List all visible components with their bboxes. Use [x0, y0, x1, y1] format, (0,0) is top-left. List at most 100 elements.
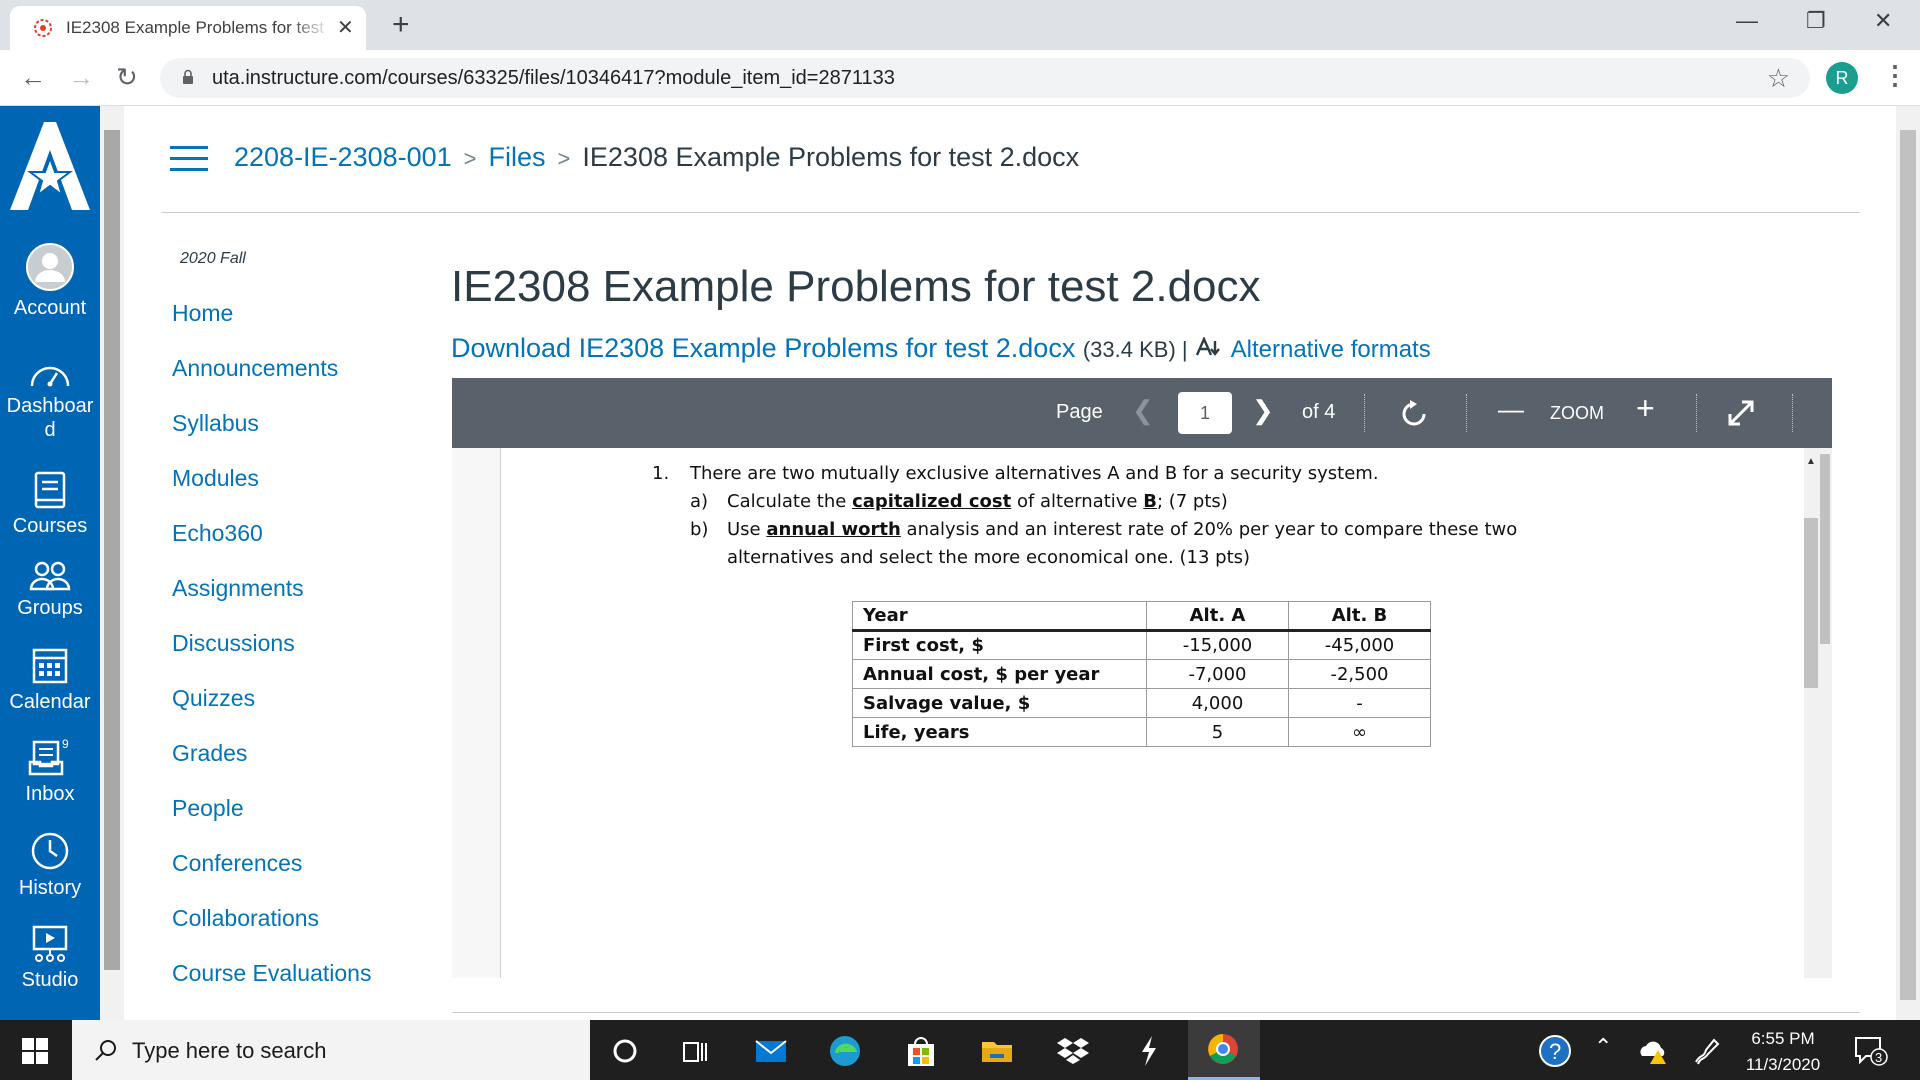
windows-start-icon[interactable]	[22, 1038, 48, 1064]
rotate-icon[interactable]	[1400, 400, 1428, 428]
new-tab-button[interactable]: +	[392, 10, 410, 40]
page-title: IE2308 Example Problems for test 2.docx	[451, 262, 1261, 311]
global-nav-label: Account	[13, 297, 87, 319]
notification-icon[interactable]: 3	[1854, 1036, 1888, 1066]
close-tab-icon[interactable]: ✕	[337, 17, 354, 39]
tab-title: IE2308 Example Problems for test 2.docx	[66, 18, 330, 37]
minimize-icon[interactable]: —	[1736, 8, 1758, 34]
onedrive-warning-icon[interactable]	[1636, 1034, 1670, 1068]
account-icon	[26, 243, 74, 291]
global-nav-label: Inbox	[25, 783, 75, 805]
alternative-formats-label: Alternative formats	[1230, 336, 1431, 363]
file-size: (33.4 KB) |	[1082, 337, 1188, 362]
global-nav-inbox[interactable]: 9 Inbox	[0, 736, 100, 806]
table-cell: ∞	[1288, 717, 1431, 747]
course-nav-discussions[interactable]: Discussions	[172, 630, 295, 657]
viewer-scrollbar[interactable]	[1818, 448, 1832, 978]
part-b-text: Use annual worth analysis and an interes…	[727, 519, 1518, 540]
global-nav-studio[interactable]: Studio	[0, 922, 100, 992]
chrome-icon	[1208, 1034, 1238, 1064]
alternative-formats-link[interactable]: Alternative formats	[1195, 333, 1431, 363]
close-window-icon[interactable]: ✕	[1874, 8, 1892, 34]
course-nav-syllabus[interactable]: Syllabus	[172, 410, 259, 437]
vpn-icon[interactable]	[1132, 1034, 1166, 1068]
table-row: Salvage value, $4,000-	[852, 688, 1431, 718]
course-nav-modules[interactable]: Modules	[172, 465, 259, 492]
page-scrollbar[interactable]	[1896, 106, 1920, 1020]
course-nav-people[interactable]: People	[172, 795, 244, 822]
inbox-icon: 9	[28, 737, 69, 776]
course-nav-collaborations[interactable]: Collaborations	[172, 905, 319, 932]
show-hidden-icons-icon[interactable]: ⌃	[1594, 1034, 1612, 1060]
pen-icon[interactable]	[1690, 1034, 1724, 1068]
notification-count: 3	[1875, 1050, 1882, 1065]
course-nav-home[interactable]: Home	[172, 300, 233, 327]
global-nav-label: Dashboard	[6, 395, 94, 441]
global-nav-account[interactable]: Account	[0, 242, 100, 320]
course-nav-conferences[interactable]: Conferences	[172, 850, 302, 877]
back-icon[interactable]: ←	[20, 62, 46, 92]
global-nav-dashboard[interactable]: Dashboard	[0, 360, 100, 442]
restore-icon[interactable]: ❐	[1806, 8, 1826, 34]
dashboard-icon	[30, 366, 70, 387]
next-page-icon[interactable]: ❯	[1252, 395, 1274, 426]
table-cell: Year	[852, 601, 1147, 632]
taskbar-active-chrome[interactable]	[1188, 1020, 1260, 1080]
global-nav-courses[interactable]: Courses	[0, 470, 100, 538]
file-explorer-icon[interactable]	[980, 1034, 1014, 1068]
course-nav-quizzes[interactable]: Quizzes	[172, 685, 255, 712]
reload-icon[interactable]: ↻	[116, 62, 138, 92]
store-icon[interactable]	[904, 1034, 938, 1068]
help-icon[interactable]: ?	[1538, 1034, 1572, 1068]
clock-date: 11/3/2020	[1745, 1055, 1821, 1074]
data-table: Year Alt. A Alt. B First cost, $ -15,000 -45…	[852, 601, 1431, 747]
global-nav-groups[interactable]: Groups	[0, 560, 100, 620]
forward-icon[interactable]: →	[68, 62, 94, 92]
table-row: Annual cost, $ per year -7,000 -2,500	[852, 659, 1431, 689]
part-b-label: b)	[690, 519, 709, 540]
table-row: Year Alt. A Alt. B	[852, 601, 1431, 632]
table-cell: Alt. B	[1288, 601, 1431, 632]
zoom-in-icon[interactable]: +	[1636, 390, 1655, 427]
mail-icon[interactable]	[754, 1034, 788, 1068]
browser-menu-icon[interactable]: ⋮	[1882, 60, 1908, 91]
system-clock[interactable]: 6:55 PM 11/3/2020	[1738, 1026, 1828, 1078]
browser-tab[interactable]: IE2308 Example Problems for test 2.docx …	[10, 6, 366, 50]
course-nav-assignments[interactable]: Assignments	[172, 575, 304, 602]
global-nav-history[interactable]: History	[0, 830, 100, 900]
prev-page-icon[interactable]: ❮	[1132, 395, 1154, 426]
table-cell: Life, years	[852, 717, 1147, 747]
clock-time: 6:55 PM	[1751, 1029, 1815, 1048]
taskbar-search-box[interactable]: Type here to search	[72, 1020, 590, 1080]
zoom-out-icon[interactable]: —	[1498, 394, 1524, 425]
table-row: Life, years 5 ∞	[852, 717, 1431, 747]
groups-icon	[29, 561, 71, 591]
fullscreen-icon[interactable]	[1726, 398, 1756, 428]
profile-avatar[interactable]: R	[1826, 62, 1858, 94]
course-nav-echo360[interactable]: Echo360	[172, 520, 263, 547]
global-nav-scrollbar[interactable]	[100, 106, 124, 1020]
document-scrollbar[interactable]: ▲	[1804, 448, 1818, 978]
dropbox-icon[interactable]	[1056, 1034, 1090, 1068]
course-menu-toggle-icon[interactable]	[170, 146, 208, 172]
page-number-input[interactable]: 1	[1178, 392, 1232, 434]
course-nav-announcements[interactable]: Announcements	[172, 355, 338, 382]
cortana-icon[interactable]	[608, 1034, 642, 1068]
breadcrumb-files-link[interactable]: Files	[489, 142, 546, 172]
bookmark-star-icon[interactable]: ☆	[1767, 63, 1790, 94]
task-view-icon[interactable]	[678, 1034, 712, 1068]
global-nav-label: Calendar	[9, 691, 91, 713]
course-nav-grades[interactable]: Grades	[172, 740, 247, 767]
viewer-toolbar: Page ❮ 1 ❯ of 4 — ZOOM +	[452, 378, 1832, 448]
breadcrumb-course-link[interactable]: 2208-IE-2308-001	[234, 142, 452, 172]
course-nav-course-evaluations[interactable]: Course Evaluations	[172, 960, 371, 987]
download-link[interactable]: Download IE2308 Example Problems for tes…	[451, 333, 1075, 363]
table-cell: First cost, $	[852, 630, 1147, 660]
url-field[interactable]: uta.instructure.com/courses/63325/files/…	[160, 58, 1810, 98]
uta-logo-icon[interactable]	[0, 106, 100, 226]
global-nav-label: Studio	[21, 969, 79, 991]
global-nav-calendar[interactable]: Calendar	[0, 644, 100, 714]
windows-taskbar: Type here to search ? ⌃ 6:55 PM 11/3/202…	[0, 1020, 1920, 1080]
edge-icon[interactable]	[828, 1034, 862, 1068]
page-total: of 4	[1302, 401, 1336, 423]
